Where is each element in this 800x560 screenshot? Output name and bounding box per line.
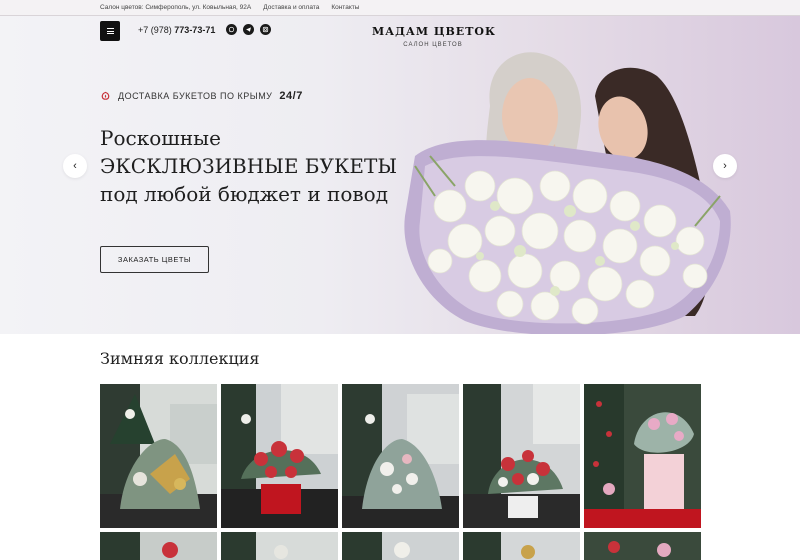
slider-prev-button[interactable]: ‹: [63, 154, 87, 178]
product-image: [584, 532, 701, 560]
hero-banner: +7 (978) 773-73-71 МАДАМ ЦВЕТОК САЛОН ЦВ…: [0, 16, 800, 334]
product-card[interactable]: [100, 532, 217, 560]
product-card[interactable]: [342, 384, 459, 528]
social-links: [226, 24, 271, 35]
product-card[interactable]: [463, 532, 580, 560]
headline-line-3: под любой бюджет и повод: [100, 182, 389, 206]
product-card[interactable]: [221, 384, 338, 528]
headline-line-2: ЭКСКЛЮЗИВНЫЕ БУКЕТЫ: [100, 154, 398, 178]
rose-icon: [101, 91, 110, 100]
salon-address: Салон цветов: Симферополь, ул. Ковыльная…: [100, 4, 252, 11]
product-card[interactable]: [221, 532, 338, 560]
product-image: [221, 532, 338, 560]
top-info-bar: Салон цветов: Симферополь, ул. Ковыльная…: [0, 0, 800, 16]
phone-prefix: +7 (978): [138, 25, 172, 35]
phone-main: 773-73-71: [174, 25, 216, 35]
product-image: [463, 384, 580, 528]
product-card[interactable]: [584, 532, 701, 560]
phone-number[interactable]: +7 (978) 773-73-71: [138, 25, 215, 35]
product-image: [342, 384, 459, 528]
product-card[interactable]: [342, 532, 459, 560]
hamburger-icon: [106, 28, 114, 34]
chevron-right-icon: ›: [723, 160, 727, 172]
product-card[interactable]: [463, 384, 580, 528]
collection-title: Зимняя коллекция: [100, 349, 260, 368]
collection-grid-row-2: [100, 532, 701, 560]
product-card[interactable]: [584, 384, 701, 528]
hero-photo: [404, 52, 731, 334]
instagram-icon[interactable]: [260, 24, 271, 35]
order-flowers-button[interactable]: ЗАКАЗАТЬ ЦВЕТЫ: [100, 246, 209, 273]
slider-next-button[interactable]: ›: [713, 154, 737, 178]
product-image: [100, 532, 217, 560]
delivery-hours: 24/7: [279, 90, 303, 102]
whatsapp-icon[interactable]: [226, 24, 237, 35]
product-image: [463, 532, 580, 560]
headline-line-1: Роскошные: [100, 126, 221, 150]
hero-headline: Роскошные ЭКСКЛЮЗИВНЫЕ БУКЕТЫ под любой …: [100, 124, 397, 208]
delivery-text: ДОСТАВКА БУКЕТОВ ПО КРЫМУ: [118, 91, 273, 101]
delivery-link[interactable]: Доставка и оплата: [263, 4, 319, 11]
product-image: [221, 384, 338, 528]
product-image: [584, 384, 701, 528]
product-image: [100, 384, 217, 528]
delivery-banner: ДОСТАВКА БУКЕТОВ ПО КРЫМУ 24/7: [100, 90, 303, 102]
product-image: [342, 532, 459, 560]
chevron-left-icon: ‹: [73, 160, 77, 172]
menu-button[interactable]: [100, 21, 120, 41]
collection-grid: [100, 384, 701, 528]
product-card[interactable]: [100, 384, 217, 528]
telegram-icon[interactable]: [243, 24, 254, 35]
contacts-link[interactable]: Контакты: [331, 4, 359, 11]
